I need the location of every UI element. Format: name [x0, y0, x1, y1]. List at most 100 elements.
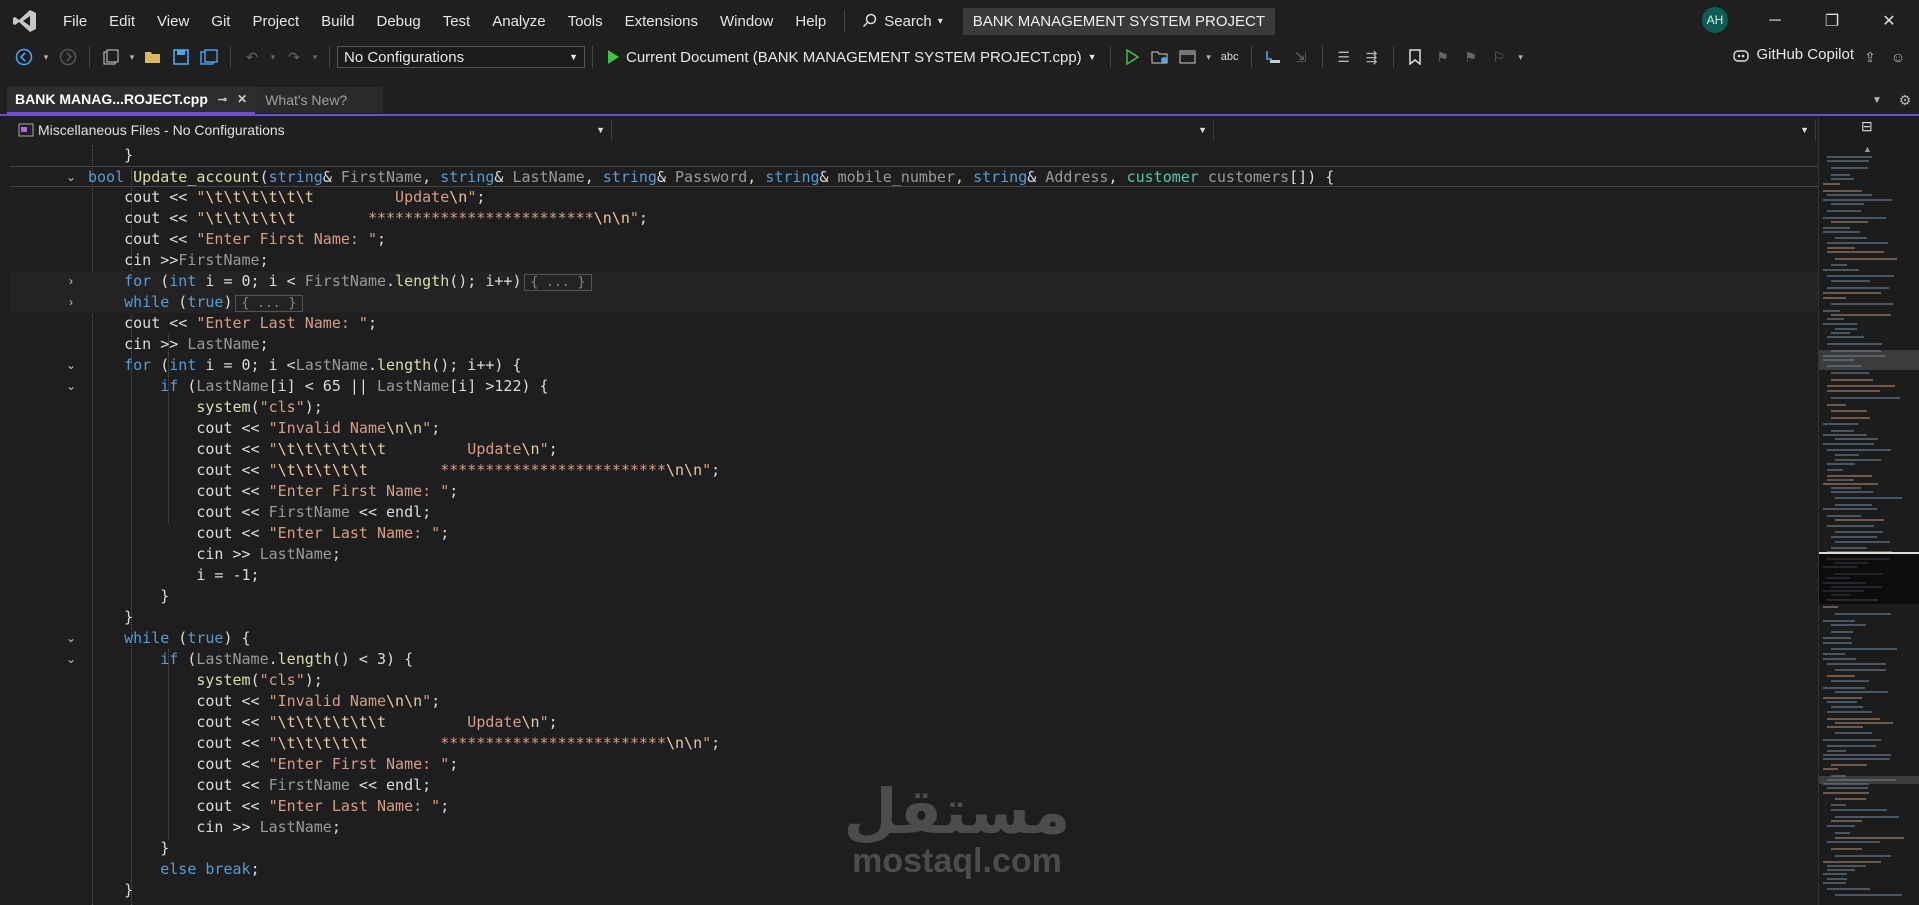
menu-item-view[interactable]: View	[146, 13, 200, 30]
pin-icon[interactable]: ⊸	[218, 93, 227, 106]
code-text: cout << "Enter First Name: ";	[88, 755, 459, 773]
menu-item-tools[interactable]: Tools	[557, 13, 614, 30]
minimap-line	[1823, 231, 1860, 233]
tab-label: What's New?	[265, 92, 348, 108]
undo-icon[interactable]: ↶	[241, 46, 263, 68]
menu-item-analyze[interactable]: Analyze	[481, 13, 556, 30]
minimap-line	[1827, 160, 1869, 162]
new-project-icon[interactable]	[100, 46, 122, 68]
tab-list-dropdown-icon[interactable]: ▼	[1866, 89, 1888, 111]
restore-button[interactable]: ❐	[1817, 8, 1847, 34]
expand-chevron-icon[interactable]: ›	[64, 271, 78, 292]
close-icon[interactable]: ✕	[237, 92, 247, 106]
code-text-function-signature: bool Update_account(string& FirstName, s…	[88, 168, 1335, 186]
collapse-chevron-icon[interactable]: ⌄	[64, 649, 78, 670]
bookmark-icon[interactable]	[1404, 46, 1426, 68]
spell-check-icon[interactable]: abc	[1219, 46, 1241, 68]
chevron-down-icon[interactable]: ▾	[269, 46, 277, 68]
search-box[interactable]: Search ▾	[852, 13, 953, 30]
chevron-down-icon[interactable]: ▾	[128, 46, 136, 68]
chevron-down-icon[interactable]: ▾	[41, 46, 51, 68]
github-copilot-button[interactable]: GitHub Copilot	[1732, 46, 1854, 63]
menu-item-file[interactable]: File	[52, 13, 98, 30]
toolbar-separator	[592, 46, 593, 68]
menu-item-window[interactable]: Window	[709, 13, 784, 30]
expand-chevron-icon[interactable]: ›	[64, 292, 78, 313]
start-without-debugging-icon[interactable]	[1121, 46, 1143, 68]
minimap-line	[1831, 680, 1869, 682]
forward-icon[interactable]	[57, 46, 79, 68]
collapse-chevron-icon[interactable]: ⌄	[64, 355, 78, 376]
search-label: Search	[884, 12, 932, 30]
code-text: }	[88, 608, 134, 626]
back-icon[interactable]	[13, 46, 35, 68]
next-bookmark-icon[interactable]: ⚑	[1460, 46, 1482, 68]
collapsed-block[interactable]: { ... }	[234, 295, 304, 312]
collapse-chevron-icon[interactable]: ⌄	[64, 167, 78, 188]
minimap-line	[1835, 855, 1891, 857]
split-editor-icon[interactable]: ⊟	[1861, 118, 1873, 135]
layout-icon[interactable]	[1177, 46, 1199, 68]
share-icon[interactable]: ⇪	[1859, 46, 1881, 68]
code-text: cout << "\t\t\t\t\t ********************…	[88, 461, 721, 479]
indent-icon[interactable]: ⇶	[1361, 46, 1383, 68]
previous-bookmark-icon[interactable]: ⚑	[1432, 46, 1454, 68]
menu-item-debug[interactable]: Debug	[366, 13, 432, 30]
redo-icon[interactable]: ↷	[283, 46, 305, 68]
code-line: cout << "Enter Last Name: ";	[10, 523, 1818, 544]
toolbar-overflow-icon[interactable]: ▾	[1516, 46, 1526, 68]
code-line: cout << FirstName << endl;	[10, 502, 1818, 523]
configuration-value: No Configurations	[344, 48, 465, 66]
step-into-icon[interactable]	[1262, 46, 1284, 68]
browse-folder-icon[interactable]	[1149, 46, 1171, 68]
collapsed-block[interactable]: { ... }	[523, 274, 593, 291]
menu-item-help[interactable]: Help	[784, 13, 837, 30]
run-button[interactable]: Current Document (BANK MANAGEMENT SYSTEM…	[600, 49, 1103, 66]
configuration-dropdown[interactable]: No Configurations ▼	[337, 46, 585, 68]
code-text: }	[88, 839, 170, 857]
menu-item-git[interactable]: Git	[200, 13, 241, 30]
minimap-line	[1831, 221, 1868, 223]
feedback-icon[interactable]: ☺	[1887, 46, 1909, 68]
code-line: › while (true){ ... }	[10, 292, 1818, 313]
menu-item-test[interactable]: Test	[432, 13, 482, 30]
menu-item-edit[interactable]: Edit	[98, 13, 146, 30]
tab-whats-new[interactable]: What's New?	[255, 87, 384, 113]
collapse-chevron-icon[interactable]: ⌄	[64, 628, 78, 649]
minimap-line	[1835, 497, 1902, 499]
close-button[interactable]: ✕	[1874, 8, 1904, 34]
code-minimap[interactable]: ⊟ ▲	[1818, 116, 1919, 905]
member-scope-dropdown[interactable]: ▼	[1214, 118, 1816, 141]
minimap-line	[1827, 888, 1870, 890]
gear-icon[interactable]: ⚙	[1894, 89, 1916, 111]
minimize-button[interactable]: ─	[1760, 8, 1790, 34]
code-text: if (LastName.length() < 3) {	[160, 650, 414, 668]
menu-item-project[interactable]: Project	[241, 13, 310, 30]
save-all-icon[interactable]	[198, 46, 220, 68]
minimap-line	[1823, 792, 1869, 794]
code-text: i = -1;	[88, 566, 260, 584]
save-icon[interactable]	[170, 46, 192, 68]
visual-studio-logo-icon[interactable]	[12, 8, 38, 34]
clear-bookmarks-icon[interactable]: ⚐	[1488, 46, 1510, 68]
tab-active-document[interactable]: BANK MANAG...ROJECT.cpp ⊸ ✕	[7, 86, 256, 114]
step-over-icon[interactable]: ⇲	[1290, 46, 1312, 68]
project-scope-dropdown[interactable]: Miscellaneous Files - No Configurations …	[12, 118, 612, 141]
scroll-up-icon[interactable]: ▲	[1863, 144, 1872, 154]
minimap-line	[1823, 882, 1846, 884]
minimap-viewport[interactable]	[1819, 552, 1919, 604]
outdent-icon[interactable]: ☰	[1333, 46, 1355, 68]
watermark: مستقل mostaql.com	[842, 780, 1072, 879]
chevron-down-icon[interactable]: ▾	[1205, 46, 1213, 68]
chevron-down-icon[interactable]: ▾	[311, 46, 319, 68]
minimap-line	[1827, 242, 1888, 244]
open-folder-icon[interactable]	[142, 46, 164, 68]
collapse-chevron-icon[interactable]: ⌄	[64, 376, 78, 397]
avatar[interactable]: AH	[1702, 7, 1728, 33]
minimap-line	[1823, 606, 1838, 608]
menu-item-extensions[interactable]: Extensions	[614, 13, 709, 30]
minimap-line	[1835, 894, 1902, 896]
minimap-line	[1827, 865, 1866, 867]
type-scope-dropdown[interactable]: ▼	[612, 118, 1214, 141]
menu-item-build[interactable]: Build	[310, 13, 365, 30]
